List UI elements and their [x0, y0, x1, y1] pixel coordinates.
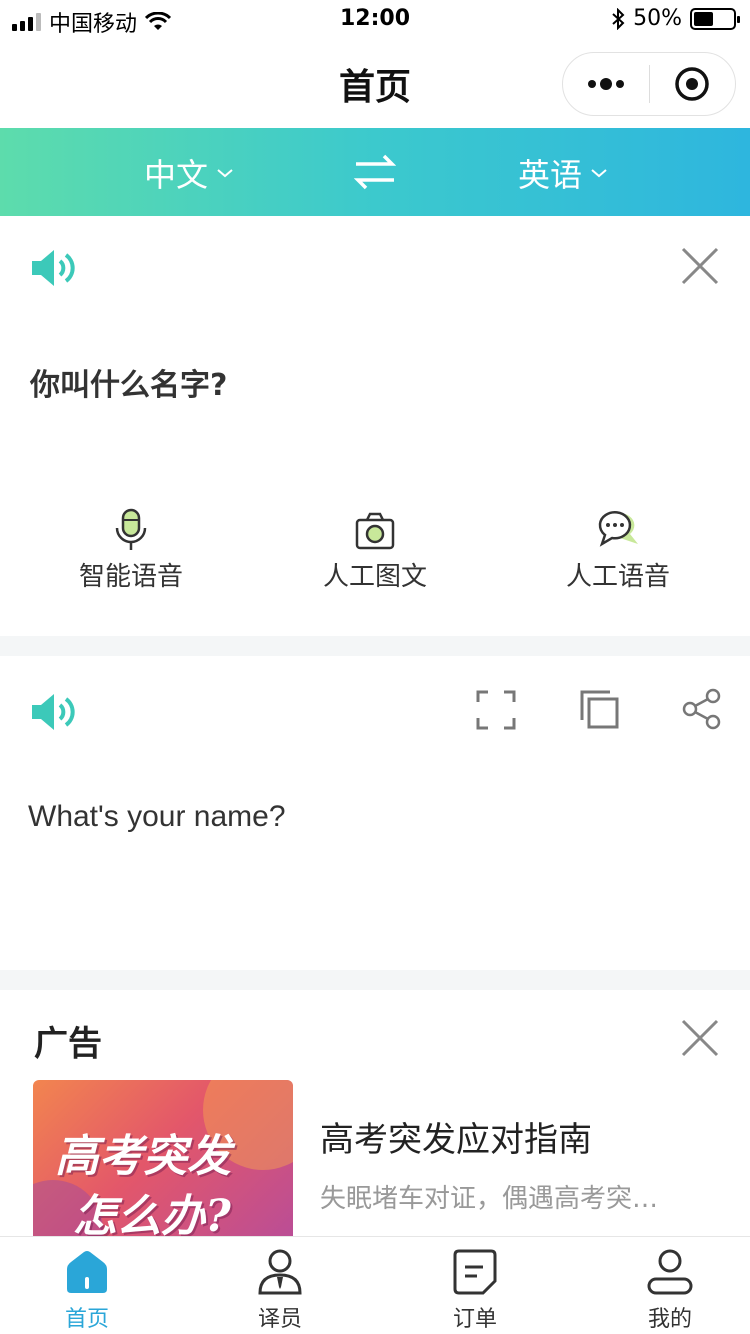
more-dots-icon	[587, 78, 624, 90]
close-ad-button[interactable]	[680, 1018, 720, 1062]
close-miniprogram-button[interactable]	[650, 53, 736, 115]
human-voice-button[interactable]: 人工语音	[518, 508, 718, 593]
swap-arrows-icon	[353, 154, 397, 190]
play-translation-button[interactable]	[30, 692, 76, 736]
tab-home[interactable]: 首页	[27, 1247, 147, 1333]
chevron-down-icon	[591, 169, 607, 178]
share-button[interactable]	[682, 688, 722, 734]
speaker-icon	[32, 694, 75, 730]
ad-card[interactable]: 广告 高考突发 怎么办? 高考突发应对指南 失眠堵车对证，偶遇高考突…	[0, 990, 750, 1236]
more-button[interactable]	[563, 53, 649, 115]
tab-orders-label: 订单	[452, 1307, 497, 1332]
language-bar: 中文 英语	[0, 128, 750, 216]
smart-voice-button[interactable]: 智能语音	[31, 508, 231, 593]
tab-profile[interactable]: 我的	[610, 1247, 730, 1333]
clear-input-button[interactable]	[680, 246, 720, 290]
ad-description: 失眠堵车对证，偶遇高考突…	[320, 1184, 659, 1214]
target-circle-icon	[675, 67, 709, 101]
swap-languages-button[interactable]	[353, 152, 397, 196]
tab-orders[interactable]: 订单	[415, 1247, 535, 1333]
translator-icon	[258, 1249, 302, 1295]
tab-translators[interactable]: 译员	[220, 1247, 340, 1333]
translated-text[interactable]: What's your name?	[28, 800, 286, 834]
microphone-icon	[115, 508, 147, 550]
ad-image[interactable]: 高考突发 怎么办?	[33, 1080, 293, 1236]
ad-image-subline: 怎么办?	[73, 1191, 231, 1236]
ad-title[interactable]: 高考突发应对指南	[320, 1112, 592, 1161]
speaker-icon	[32, 250, 75, 286]
source-language-label: 中文	[144, 156, 209, 194]
chat-bubble-icon	[598, 511, 638, 547]
mini-program-capsule	[562, 52, 736, 116]
share-icon	[682, 688, 721, 730]
ad-label: 广告	[34, 1024, 102, 1064]
navigation-bar: 首页	[0, 40, 750, 128]
tab-translators-label: 译员	[257, 1307, 302, 1332]
source-text-card: 你叫什么名字? 智能语音 人工图文 人工语音	[0, 216, 750, 636]
bluetooth-icon	[612, 7, 625, 30]
battery-icon	[690, 7, 740, 30]
play-source-button[interactable]	[30, 248, 76, 292]
close-icon	[681, 1019, 719, 1057]
close-icon	[681, 247, 719, 285]
tab-bar: 首页 译员 订单 我的	[0, 1236, 750, 1334]
translation-card: What's your name?	[0, 656, 750, 970]
battery-fill	[694, 11, 713, 26]
order-icon	[453, 1249, 497, 1295]
smart-voice-label: 智能语音	[78, 562, 183, 592]
target-language-select[interactable]: 英语	[518, 150, 608, 196]
human-voice-label: 人工语音	[565, 562, 670, 592]
copy-button[interactable]	[580, 690, 620, 734]
profile-icon	[647, 1249, 693, 1295]
chevron-down-icon	[217, 169, 233, 178]
home-icon	[67, 1251, 107, 1293]
source-text[interactable]: 你叫什么名字?	[30, 360, 227, 404]
copy-icon	[580, 690, 619, 729]
status-right: 50%	[611, 6, 740, 31]
tab-profile-label: 我的	[647, 1307, 692, 1332]
camera-icon	[355, 512, 395, 550]
fullscreen-icon	[476, 690, 516, 730]
human-image-text-button[interactable]: 人工图文	[275, 508, 475, 593]
battery-percent: 50%	[633, 6, 682, 31]
tab-home-label: 首页	[64, 1307, 109, 1332]
ad-image-headline: 高考突发	[55, 1131, 231, 1182]
fullscreen-button[interactable]	[476, 690, 516, 734]
status-bar: 中国移动 12:00 50%	[0, 0, 750, 40]
human-image-text-label: 人工图文	[322, 562, 427, 592]
source-language-select[interactable]: 中文	[144, 150, 234, 196]
target-language-label: 英语	[518, 156, 583, 194]
